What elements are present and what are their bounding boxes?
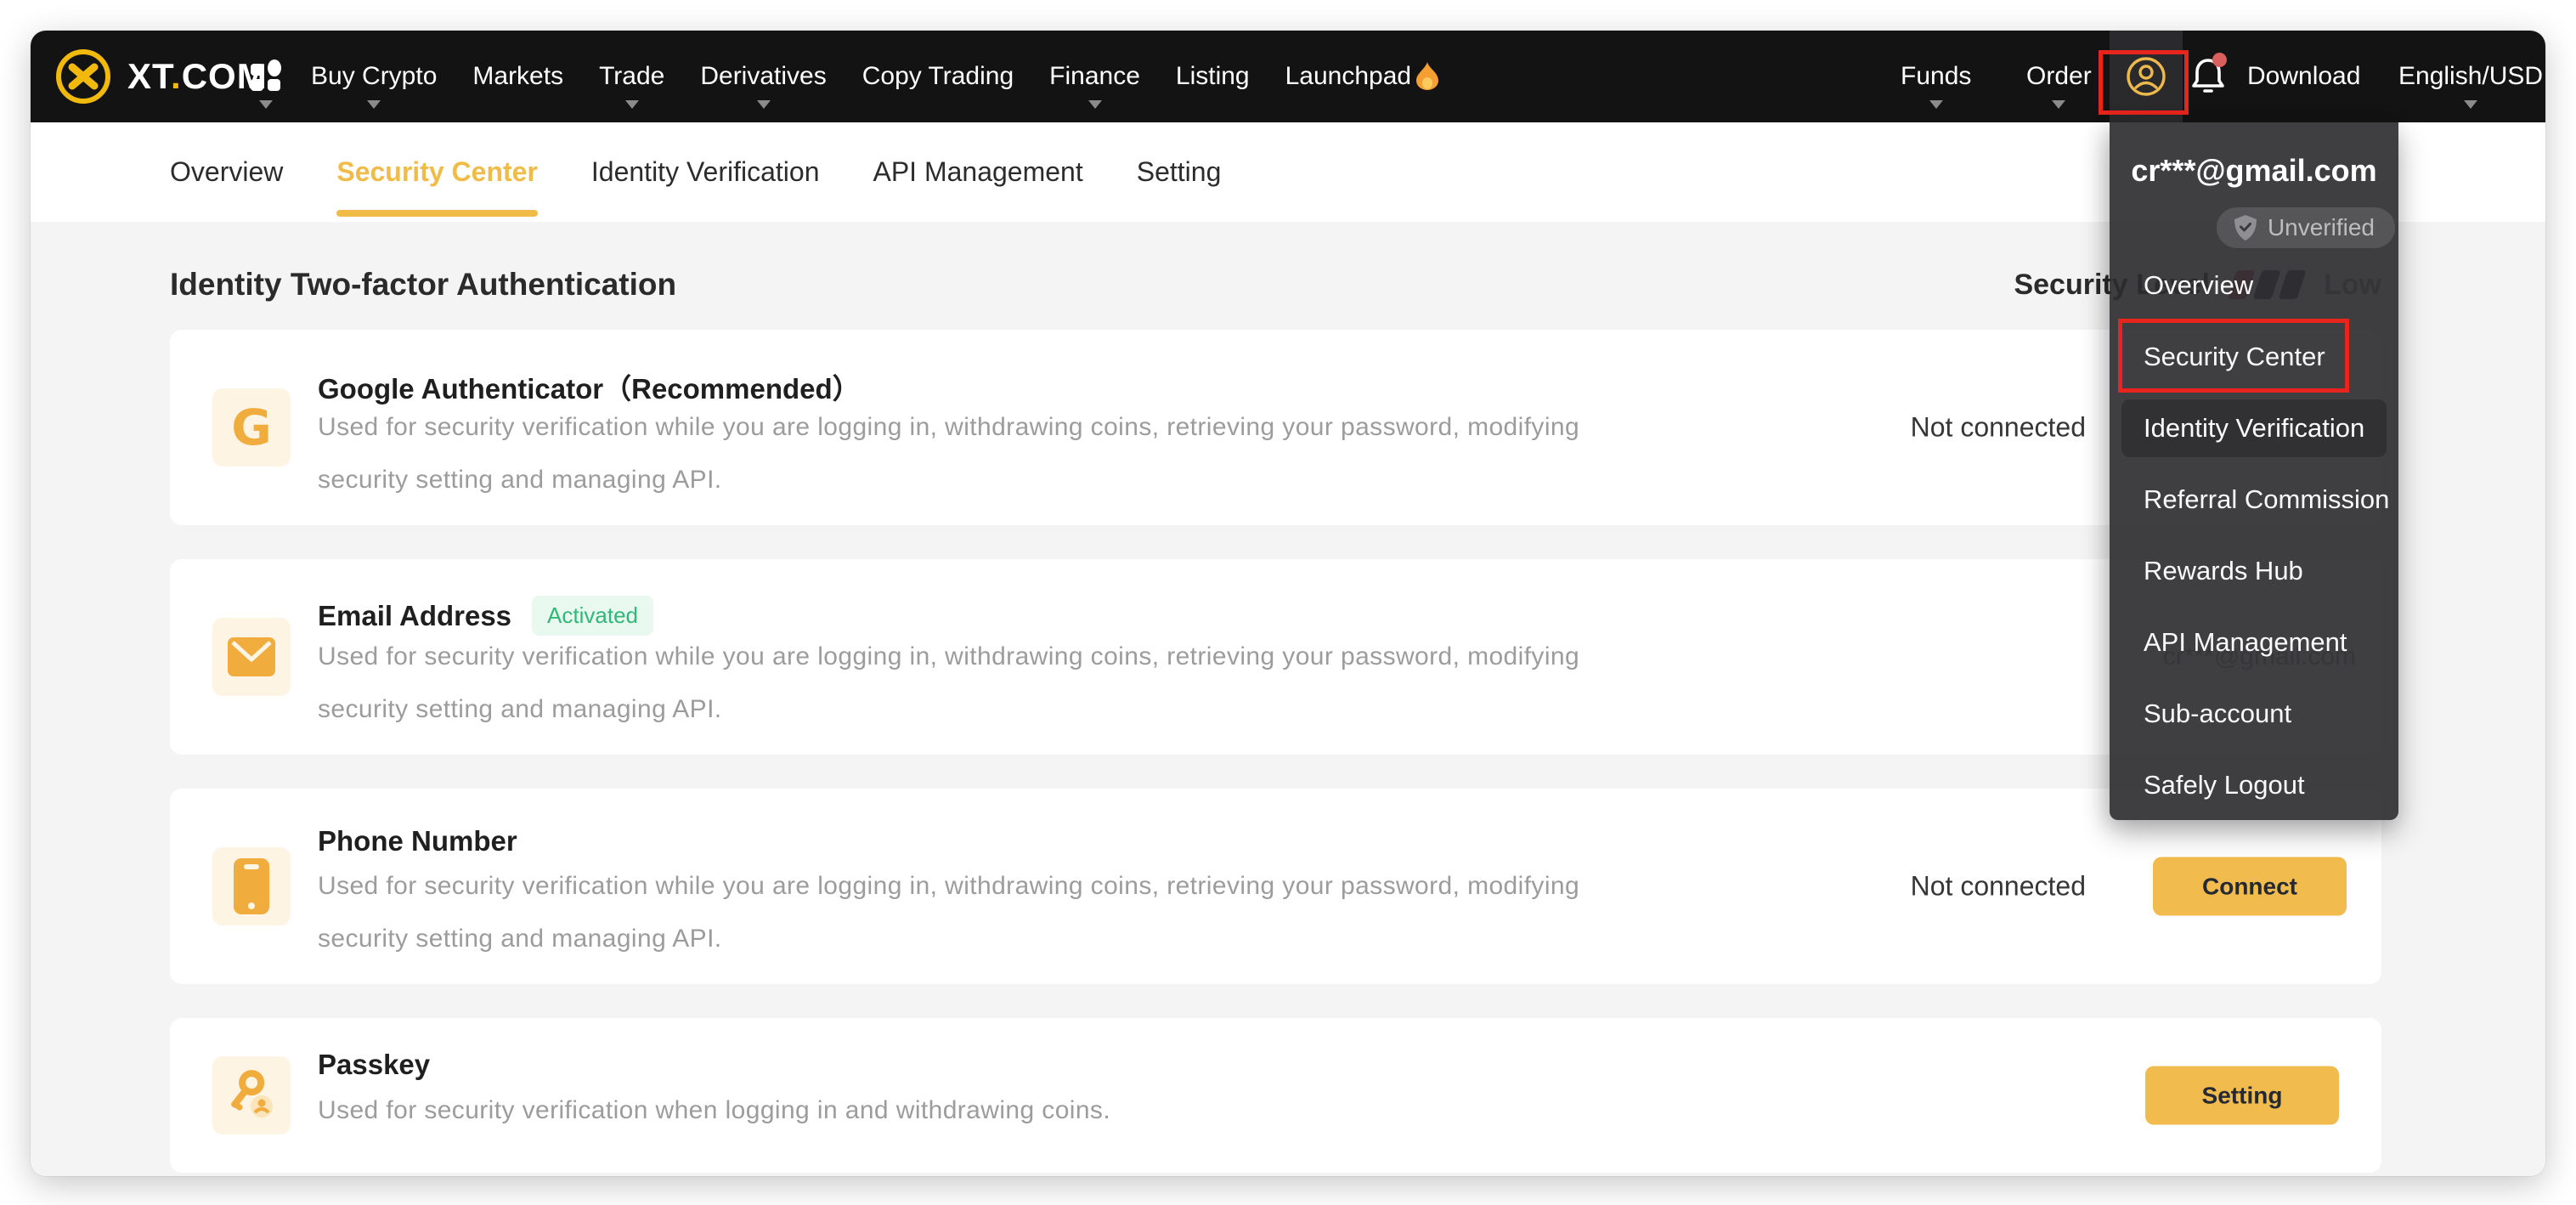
xt-logo[interactable]: XT.COM xyxy=(51,31,268,122)
page-title: Identity Two-factor Authentication xyxy=(170,267,677,302)
card-description: Used for security verification while you… xyxy=(318,872,1580,953)
email-icon xyxy=(212,618,291,696)
menu-item-referral-commission[interactable]: Referral Commission xyxy=(2110,464,2398,535)
card-passkey: Passkey Used for security verification w… xyxy=(170,1018,2381,1173)
nav-launchpad[interactable]: Launchpad xyxy=(1285,31,1439,122)
menu-item-overview[interactable]: Overview xyxy=(2110,250,2398,321)
tab-overview[interactable]: Overview xyxy=(170,122,283,222)
card-title: Email Address xyxy=(318,599,512,631)
tab-identity-verification[interactable]: Identity Verification xyxy=(591,122,820,222)
chevron-down-icon xyxy=(624,100,639,109)
user-icon xyxy=(2126,56,2166,97)
phone-icon xyxy=(212,847,291,925)
activated-badge: Activated xyxy=(532,596,653,636)
card-phone-number: Phone Number Used for security verificat… xyxy=(170,789,2381,984)
card-description: Used for security verification while you… xyxy=(318,413,1580,494)
notifications-button[interactable] xyxy=(2184,31,2232,122)
top-navbar: XT.COM Buy Crypto Markets Trade Derivati… xyxy=(31,31,2545,122)
status-text: Not connected xyxy=(1910,870,2086,902)
chevron-down-icon xyxy=(259,100,273,109)
verification-badge: Unverified xyxy=(2216,207,2395,248)
chevron-down-icon xyxy=(756,100,771,109)
card-description: Used for security verification when logg… xyxy=(318,1096,1111,1124)
nav-funds[interactable]: Funds xyxy=(1901,31,1971,122)
account-dropdown: cr***@gmail.com Unverified Overview Secu… xyxy=(2110,122,2398,820)
connect-button[interactable]: Connect xyxy=(2153,857,2347,916)
google-authenticator-icon: G xyxy=(212,388,291,467)
menu-item-identity-verification[interactable]: Identity Verification xyxy=(2110,393,2398,464)
setting-button[interactable]: Setting xyxy=(2145,1066,2339,1125)
notification-dot xyxy=(2212,53,2227,67)
shield-icon xyxy=(2234,214,2257,241)
status-text: Not connected xyxy=(1910,411,2086,443)
chevron-down-icon xyxy=(1087,100,1102,109)
nav-listing[interactable]: Listing xyxy=(1176,31,1250,122)
chevron-down-icon xyxy=(2052,100,2066,109)
passkey-icon xyxy=(212,1056,291,1134)
menu-item-api-management[interactable]: API Management xyxy=(2110,607,2398,678)
chevron-down-icon xyxy=(1929,100,1943,109)
flame-icon xyxy=(1416,62,1439,91)
card-title: Passkey xyxy=(318,1049,431,1080)
menu-item-security-center[interactable]: Security Center xyxy=(2110,321,2398,393)
xt-logo-text: XT.COM xyxy=(127,56,268,96)
account-email: cr***@gmail.com xyxy=(2131,153,2377,188)
nav-markets[interactable]: Markets xyxy=(472,31,563,122)
nav-finance[interactable]: Finance xyxy=(1049,31,1140,122)
card-description: Used for security verification while you… xyxy=(318,642,1580,723)
apps-grid-icon[interactable] xyxy=(248,31,284,122)
heading-row: Identity Two-factor Authentication Secur… xyxy=(170,261,2381,308)
account-menu: Overview Security Center Identity Verifi… xyxy=(2110,250,2398,821)
nav-copy-trading[interactable]: Copy Trading xyxy=(862,31,1014,122)
nav-download[interactable]: Download xyxy=(2247,31,2360,122)
menu-item-safely-logout[interactable]: Safely Logout xyxy=(2110,750,2398,821)
tab-security-center[interactable]: Security Center xyxy=(336,122,538,222)
nav-order[interactable]: Order xyxy=(2026,31,2092,122)
browser-window: XT.COM Buy Crypto Markets Trade Derivati… xyxy=(31,31,2545,1176)
tab-setting[interactable]: Setting xyxy=(1137,122,1222,222)
menu-item-rewards-hub[interactable]: Rewards Hub xyxy=(2110,535,2398,607)
xt-logo-icon xyxy=(51,44,116,109)
nav-buy-crypto[interactable]: Buy Crypto xyxy=(311,31,437,122)
menu-item-sub-account[interactable]: Sub-account xyxy=(2110,678,2398,750)
nav-derivatives[interactable]: Derivatives xyxy=(700,31,827,122)
tab-api-management[interactable]: API Management xyxy=(873,122,1082,222)
nav-trade[interactable]: Trade xyxy=(599,31,664,122)
chevron-down-icon xyxy=(2464,100,2478,109)
account-menu-button[interactable] xyxy=(2110,31,2183,122)
verification-status: Unverified xyxy=(2267,214,2375,240)
language-currency-selector[interactable]: English/USD xyxy=(2398,31,2543,122)
card-google-authenticator: G Google Authenticator（Recommended） Used… xyxy=(170,330,2381,525)
card-title: Phone Number xyxy=(318,825,517,857)
card-email-address: Email Address Activated Used for securit… xyxy=(170,559,2381,755)
chevron-down-icon xyxy=(367,100,381,109)
primary-nav: Buy Crypto Markets Trade Derivatives Cop… xyxy=(311,31,1439,122)
